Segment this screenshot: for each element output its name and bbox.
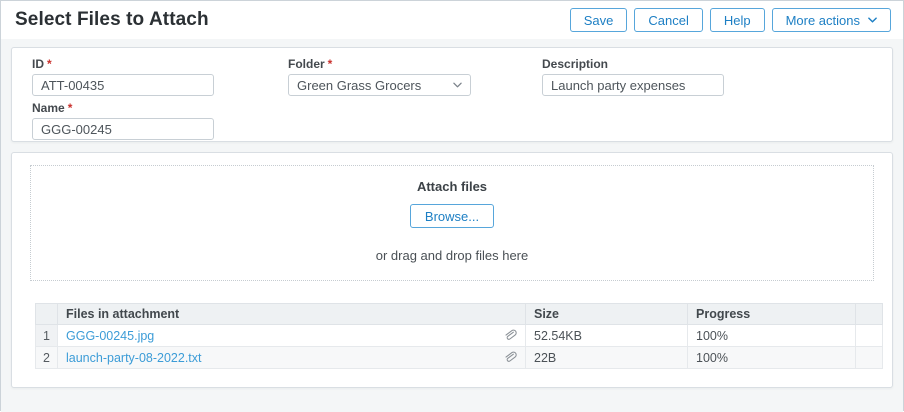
content-area: ID* Folder* Green Grass Grocers Descript… xyxy=(1,39,903,412)
select-files-window: { "page": { "title": "Select Files to At… xyxy=(0,0,904,411)
drag-drop-hint: or drag and drop files here xyxy=(31,248,873,263)
description-field[interactable] xyxy=(542,74,724,96)
id-label: ID* xyxy=(32,57,214,71)
form-row-1: ID* Folder* Green Grass Grocers Descript… xyxy=(32,57,874,96)
chevron-down-icon xyxy=(453,82,462,88)
file-size: 52.54KB xyxy=(526,325,688,347)
description-label: Description xyxy=(542,57,724,71)
details-form-panel: ID* Folder* Green Grass Grocers Descript… xyxy=(11,47,893,142)
empty-column-header xyxy=(856,304,883,325)
row-number: 2 xyxy=(36,347,58,369)
folder-select[interactable]: Green Grass Grocers xyxy=(288,74,471,96)
paperclip-icon xyxy=(503,351,517,365)
files-column-header: Files in attachment xyxy=(58,304,526,325)
required-asterisk: * xyxy=(47,57,52,71)
folder-selected-value: Green Grass Grocers xyxy=(297,78,421,93)
attach-files-panel: Attach files Browse... or drag and drop … xyxy=(11,152,893,388)
row-number: 1 xyxy=(36,325,58,347)
file-cell: launch-party-08-2022.txt xyxy=(66,351,517,365)
id-field-group: ID* xyxy=(32,57,214,96)
id-field[interactable] xyxy=(32,74,214,96)
required-asterisk: * xyxy=(68,101,73,115)
progress-column-header: Progress xyxy=(688,304,856,325)
name-label: Name* xyxy=(32,101,214,115)
more-actions-button[interactable]: More actions xyxy=(772,8,891,32)
name-field[interactable] xyxy=(32,118,214,140)
chevron-down-icon xyxy=(868,17,877,23)
file-cell: GGG-00245.jpg xyxy=(66,329,517,343)
files-in-attachment-table: Files in attachment Size Progress 1 GGG-… xyxy=(35,303,883,369)
file-dropzone[interactable]: Attach files Browse... or drag and drop … xyxy=(30,165,874,281)
empty-cell xyxy=(856,325,883,347)
attach-files-heading: Attach files xyxy=(31,179,873,194)
table-row[interactable]: 1 GGG-00245.jpg 52.54KB 100% xyxy=(36,325,883,347)
cancel-button[interactable]: Cancel xyxy=(634,8,702,32)
file-progress: 100% xyxy=(688,347,856,369)
size-column-header: Size xyxy=(526,304,688,325)
toolbar: Save Cancel Help More actions xyxy=(570,8,891,32)
table-header-row: Files in attachment Size Progress xyxy=(36,304,883,325)
browse-button[interactable]: Browse... xyxy=(410,204,494,228)
folder-label: Folder* xyxy=(288,57,471,71)
header-bar: Select Files to Attach Save Cancel Help … xyxy=(1,1,903,39)
page-title: Select Files to Attach xyxy=(15,9,209,31)
save-button[interactable]: Save xyxy=(570,8,628,32)
name-field-group: Name* xyxy=(32,101,214,140)
file-link[interactable]: launch-party-08-2022.txt xyxy=(66,351,202,365)
table-row[interactable]: 2 launch-party-08-2022.txt 22B 100% xyxy=(36,347,883,369)
required-asterisk: * xyxy=(328,57,333,71)
form-row-2: Name* xyxy=(32,101,874,140)
empty-cell xyxy=(856,347,883,369)
more-actions-label: More actions xyxy=(786,13,860,28)
description-field-group: Description xyxy=(542,57,724,96)
file-size: 22B xyxy=(526,347,688,369)
paperclip-icon xyxy=(503,329,517,343)
folder-field-group: Folder* Green Grass Grocers xyxy=(288,57,471,96)
row-number-column-header xyxy=(36,304,58,325)
file-progress: 100% xyxy=(688,325,856,347)
help-button[interactable]: Help xyxy=(710,8,765,32)
file-link[interactable]: GGG-00245.jpg xyxy=(66,329,154,343)
